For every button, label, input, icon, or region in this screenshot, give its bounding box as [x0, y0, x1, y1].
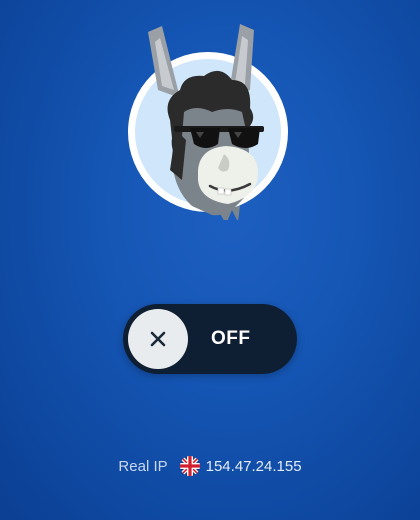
- vpn-power-toggle[interactable]: OFF: [123, 304, 297, 374]
- uk-flag-icon: [179, 456, 200, 476]
- toggle-knob[interactable]: [128, 309, 188, 369]
- ip-address: 154.47.24.155: [205, 457, 302, 475]
- ip-info-row: Real IP 154.47.24.155: [0, 456, 420, 476]
- ip-label: Real IP: [118, 457, 168, 475]
- donkey-mascot-icon: [100, 20, 320, 220]
- close-icon: [149, 330, 167, 348]
- toggle-state-label: OFF: [211, 328, 251, 349]
